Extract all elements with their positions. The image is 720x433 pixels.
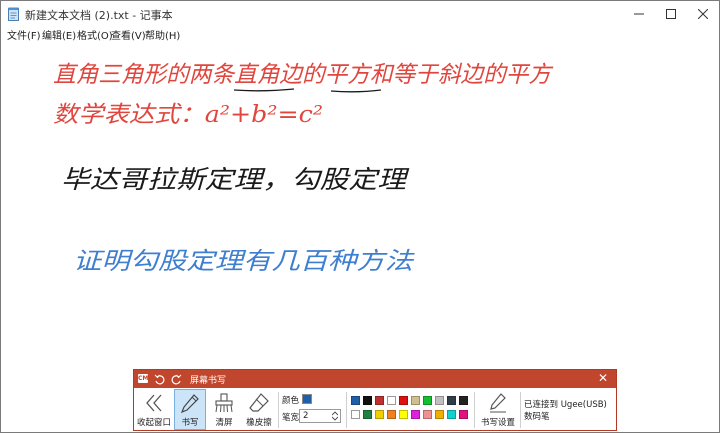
eraser-button[interactable]: 橡皮擦 xyxy=(240,389,278,430)
palette-swatch[interactable] xyxy=(375,410,384,419)
palette-swatch[interactable] xyxy=(399,396,408,405)
screen-writing-toolbar: CM 屏幕书写 ✕ 收起窗口 书写 清屏 橡皮擦 颜色 笔宽 2 书写设置 已连… xyxy=(133,369,617,431)
divider xyxy=(474,392,475,428)
stroke-width-label: 笔宽 xyxy=(282,413,300,423)
toolbar-header[interactable]: CM 屏幕书写 ✕ xyxy=(134,370,616,388)
palette-swatch[interactable] xyxy=(351,396,360,405)
double-chevron-left-icon xyxy=(146,394,162,412)
minimize-icon xyxy=(634,13,644,15)
menu-file[interactable]: 文件(F) xyxy=(7,27,41,42)
palette-swatch[interactable] xyxy=(399,410,408,419)
notepad-icon xyxy=(8,7,19,21)
palette-swatch[interactable] xyxy=(363,396,372,405)
notepad-window: 新建文本文档 (2).txt - 记事本 文件(F) 编辑(E) 格式(O) 查… xyxy=(0,0,720,433)
menu-view[interactable]: 查看(V) xyxy=(111,27,146,42)
stroke-width-input[interactable]: 2 xyxy=(299,409,341,423)
menu-help[interactable]: 帮助(H) xyxy=(145,27,180,42)
palette-swatch[interactable] xyxy=(435,396,444,405)
handwritten-line-2: 数学表达式：a²+b²=c² xyxy=(53,102,323,128)
palette-swatch[interactable] xyxy=(423,396,432,405)
maximize-icon xyxy=(666,9,676,19)
color-label: 颜色 xyxy=(282,396,300,406)
handwritten-line-1: 直角三角形的两条直角边的平方和等于斜边的平方 xyxy=(53,62,554,88)
maximize-button[interactable] xyxy=(655,1,687,27)
eraser-icon xyxy=(249,393,269,412)
palette-swatch[interactable] xyxy=(447,396,456,405)
palette-swatch[interactable] xyxy=(447,410,456,419)
connection-status: 已连接到 Ugee(USB) 数码笔 xyxy=(524,400,607,422)
palette-swatch[interactable] xyxy=(351,410,360,419)
undo-icon[interactable] xyxy=(154,373,166,385)
underline-mark xyxy=(233,88,295,92)
divider xyxy=(278,392,279,428)
palette-swatch[interactable] xyxy=(459,396,468,405)
app-logo: CM xyxy=(138,374,149,383)
menu-bar: 文件(F) 编辑(E) 格式(O) 查看(V) 帮助(H) xyxy=(1,26,719,42)
window-title: 新建文本文档 (2).txt - 记事本 xyxy=(25,9,173,22)
handwritten-line-4: 证明勾股定理有几百种方法 xyxy=(73,247,415,275)
pen-settings-icon xyxy=(490,393,506,413)
divider xyxy=(520,392,521,428)
palette-swatch[interactable] xyxy=(375,396,384,405)
palette-swatch[interactable] xyxy=(423,410,432,419)
redo-icon[interactable] xyxy=(170,373,182,385)
handwritten-line-3: 毕达哥拉斯定理，勾股定理 xyxy=(61,165,409,194)
clear-screen-button[interactable]: 清屏 xyxy=(208,389,240,430)
toolbar-close-icon[interactable]: ✕ xyxy=(598,371,608,385)
broom-icon xyxy=(215,393,233,413)
palette-swatch[interactable] xyxy=(363,410,372,419)
spinner-arrows-icon[interactable] xyxy=(332,411,338,421)
palette-swatch[interactable] xyxy=(411,410,420,419)
palette-swatch[interactable] xyxy=(387,396,396,405)
writing-settings-button[interactable]: 书写设置 xyxy=(476,389,520,430)
palette-swatch[interactable] xyxy=(387,410,396,419)
collapse-window-button[interactable]: 收起窗口 xyxy=(136,389,172,430)
menu-format[interactable]: 格式(O) xyxy=(77,27,113,42)
close-button[interactable] xyxy=(687,1,719,27)
minimize-button[interactable] xyxy=(623,1,655,27)
palette-swatch[interactable] xyxy=(411,396,420,405)
palette-swatch[interactable] xyxy=(435,410,444,419)
close-icon xyxy=(698,9,708,19)
pen-icon xyxy=(180,394,199,414)
menu-edit[interactable]: 编辑(E) xyxy=(42,27,76,42)
toolbar-title: 屏幕书写 xyxy=(190,376,227,386)
underline-mark xyxy=(330,89,382,93)
title-bar: 新建文本文档 (2).txt - 记事本 xyxy=(1,1,719,27)
write-button[interactable]: 书写 xyxy=(174,389,206,430)
divider xyxy=(346,392,347,428)
palette-swatch[interactable] xyxy=(459,410,468,419)
current-color-swatch[interactable] xyxy=(302,394,312,404)
